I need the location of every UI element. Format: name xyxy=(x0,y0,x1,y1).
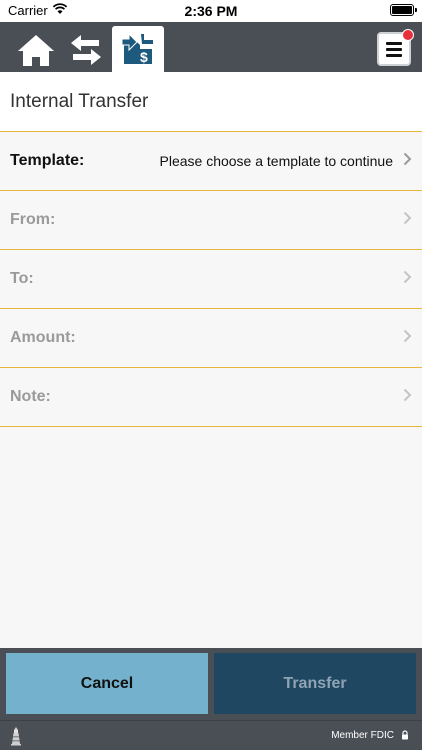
transfer-arrows-icon xyxy=(71,35,101,65)
page-title: Internal Transfer xyxy=(10,91,149,112)
footer: Member FDIC xyxy=(0,720,422,750)
internal-transfer-icon: $ xyxy=(121,32,153,65)
lighthouse-logo-icon xyxy=(11,727,21,746)
svg-text:$: $ xyxy=(140,49,148,65)
chevron-right-icon xyxy=(403,211,412,225)
from-row[interactable]: From: xyxy=(0,191,422,250)
to-row[interactable]: To: xyxy=(0,250,422,309)
template-row[interactable]: Template: Please choose a template to co… xyxy=(0,132,422,191)
transfer-button[interactable]: Transfer xyxy=(214,653,416,714)
lock-icon xyxy=(402,730,408,740)
chevron-right-icon xyxy=(403,270,412,284)
note-label: Note: xyxy=(10,388,51,405)
notification-badge xyxy=(402,29,414,41)
cancel-button[interactable]: Cancel xyxy=(6,653,208,714)
top-toolbar: $ xyxy=(0,22,422,72)
template-value: Please choose a template to continue xyxy=(159,153,394,169)
amount-row[interactable]: Amount: xyxy=(0,309,422,368)
member-fdic-text: Member FDIC xyxy=(331,730,394,741)
amount-label: Amount: xyxy=(10,329,76,346)
internal-transfer-tab[interactable]: $ xyxy=(112,26,164,72)
chevron-right-icon xyxy=(403,329,412,343)
battery-icon xyxy=(390,4,417,16)
status-time: 2:36 PM xyxy=(184,3,238,19)
chevron-right-icon xyxy=(403,388,412,402)
transfers-button[interactable] xyxy=(62,28,110,72)
home-button[interactable] xyxy=(12,28,60,72)
chevron-right-icon xyxy=(403,152,412,166)
status-bar: Carrier 2:36 PM xyxy=(0,0,422,22)
action-bar: Cancel Transfer xyxy=(0,648,422,720)
note-row[interactable]: Note: xyxy=(0,368,422,427)
menu-button[interactable] xyxy=(377,29,414,66)
title-area: Internal Transfer xyxy=(0,72,422,132)
to-label: To: xyxy=(10,270,34,287)
home-icon xyxy=(18,35,54,66)
template-label: Template: xyxy=(10,152,85,169)
from-label: From: xyxy=(10,211,56,228)
